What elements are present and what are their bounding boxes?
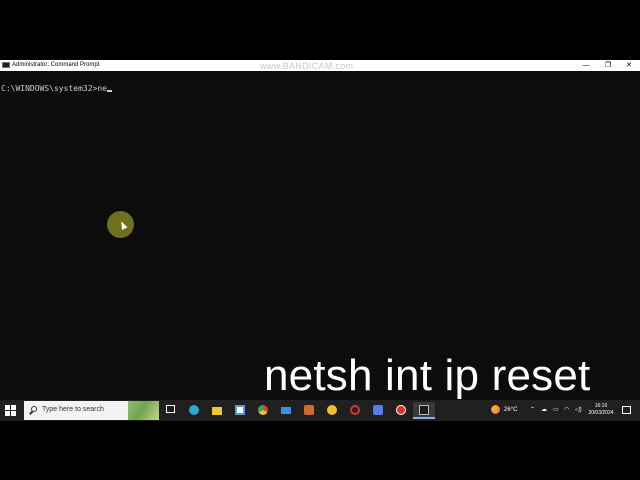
opera-icon[interactable] bbox=[346, 402, 364, 419]
window-title: Administrator: Command Prompt bbox=[12, 62, 100, 68]
recording-watermark: www.BANDICAM.com bbox=[260, 61, 354, 71]
window-titlebar[interactable]: Administrator: Command Prompt www.BANDIC… bbox=[0, 60, 640, 71]
blue-app-icon[interactable] bbox=[369, 402, 387, 419]
prompt-line: C:\WINDOWS\system32>ne bbox=[1, 84, 112, 94]
volume-icon[interactable]: ◁) bbox=[575, 400, 582, 421]
cmd-icon bbox=[2, 62, 10, 68]
microsoft-store-icon[interactable] bbox=[231, 402, 249, 419]
taskbar-search-box[interactable]: Type here to search bbox=[24, 401, 159, 420]
typed-command: ne bbox=[97, 84, 107, 93]
wifi-icon[interactable]: ◠ bbox=[564, 400, 569, 421]
mail-icon[interactable] bbox=[277, 402, 295, 419]
search-placeholder: Type here to search bbox=[42, 406, 104, 413]
taskbar: Type here to search 26°C ⌃ ☁ ▭ ◠ ◁) 16:1… bbox=[0, 400, 640, 421]
weather-temperature[interactable]: 26°C bbox=[504, 400, 517, 421]
orange-app-icon[interactable] bbox=[300, 402, 318, 419]
notification-icon[interactable] bbox=[622, 406, 631, 414]
edge-icon[interactable] bbox=[185, 402, 203, 419]
windows-start-icon[interactable] bbox=[5, 405, 16, 416]
minimize-button[interactable]: — bbox=[576, 60, 596, 71]
weather-icon[interactable] bbox=[491, 405, 500, 414]
search-icon bbox=[31, 406, 37, 412]
video-caption: netsh int ip reset bbox=[264, 351, 591, 400]
taskbar-clock[interactable]: 16:16 20/03/2024 bbox=[585, 403, 617, 417]
text-cursor bbox=[106, 90, 112, 92]
desktop-screen: Administrator: Command Prompt www.BANDIC… bbox=[0, 60, 640, 421]
bandicam-record-icon[interactable] bbox=[392, 402, 410, 419]
file-explorer-icon[interactable] bbox=[208, 402, 226, 419]
star-app-icon[interactable] bbox=[323, 402, 341, 419]
chevron-up-icon[interactable]: ⌃ bbox=[530, 400, 535, 421]
prompt-path: C:\WINDOWS\system32> bbox=[1, 84, 98, 93]
console-area[interactable]: C:\WINDOWS\system32>ne netsh int ip rese… bbox=[0, 71, 640, 400]
maximize-button[interactable]: ❐ bbox=[598, 60, 618, 71]
search-highlight-image bbox=[128, 401, 159, 420]
chrome-icon[interactable] bbox=[254, 402, 272, 419]
close-button[interactable]: ✕ bbox=[619, 60, 639, 71]
network-icon[interactable]: ☁ bbox=[541, 400, 547, 421]
task-view-icon[interactable] bbox=[162, 402, 180, 419]
battery-icon[interactable]: ▭ bbox=[553, 400, 559, 421]
command-prompt-taskbar-icon[interactable] bbox=[413, 402, 435, 419]
clock-time: 16:16 bbox=[594, 403, 608, 409]
clock-date: 20/03/2024 bbox=[588, 410, 614, 416]
